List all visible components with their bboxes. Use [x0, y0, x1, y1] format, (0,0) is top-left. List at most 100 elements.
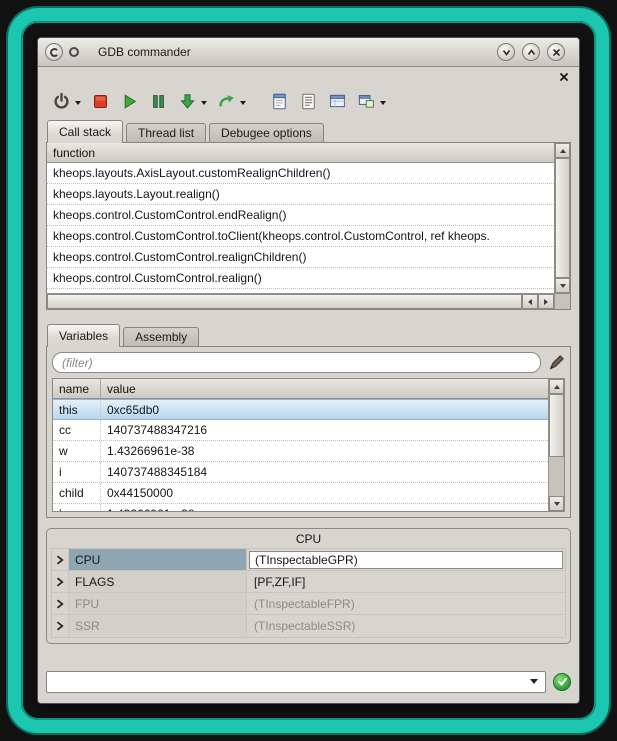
call-stack-row[interactable]: kheops.control.CustomControl.toClient(kh…	[47, 226, 554, 247]
confirm-button[interactable]	[553, 673, 571, 691]
scroll-up-button[interactable]	[555, 143, 570, 158]
inspector-button[interactable]	[356, 89, 387, 114]
variable-value: 0x44150000	[101, 483, 548, 503]
variable-row-i[interactable]: i 140737488345184	[53, 462, 548, 483]
expand-button[interactable]	[52, 549, 69, 570]
vertical-scrollbar[interactable]	[548, 379, 564, 511]
register-value-editor[interactable]: (TInspectableGPR)	[249, 551, 563, 569]
variable-name: w	[53, 441, 101, 461]
watch-window-button[interactable]	[327, 89, 348, 114]
register-row-ssr[interactable]: SSR (TInspectableSSR)	[52, 615, 565, 637]
minimize-button[interactable]	[497, 43, 515, 61]
command-input[interactable]	[47, 672, 530, 692]
filter-pen-button[interactable]	[547, 354, 565, 372]
close-button[interactable]	[547, 43, 565, 61]
scroll-down-button[interactable]	[549, 496, 564, 511]
step-into-button[interactable]	[177, 89, 208, 114]
register-row-cpu[interactable]: CPU (TInspectableGPR)	[52, 549, 565, 571]
column-header-name[interactable]: name	[53, 379, 101, 398]
dock-close-button[interactable]	[557, 70, 570, 83]
tab-variables[interactable]: Variables	[47, 324, 120, 347]
variable-row-cc[interactable]: cc 140737488347216	[53, 420, 548, 441]
chevron-down-icon	[240, 101, 246, 105]
call-stack-row[interactable]: kheops.control.CustomControl.realign()	[47, 268, 554, 289]
expand-button[interactable]	[52, 615, 69, 637]
tab-call-stack[interactable]: Call stack	[47, 120, 123, 143]
register-group-name: FPU	[69, 593, 247, 614]
expand-button[interactable]	[52, 571, 69, 592]
titlebar[interactable]: GDB commander	[38, 38, 579, 67]
tab-thread-list[interactable]: Thread list	[126, 123, 206, 142]
call-stack-panel: function kheops.layouts.AxisLayout.custo…	[46, 142, 571, 310]
list-button[interactable]	[298, 89, 319, 114]
scrollbar-thumb[interactable]	[555, 158, 570, 278]
expand-button[interactable]	[52, 593, 69, 614]
variable-row-this[interactable]: this 0xc65db0	[53, 399, 548, 420]
app-logo-icon	[50, 48, 59, 57]
call-stack-table: function kheops.layouts.AxisLayout.custo…	[47, 143, 554, 293]
scrollbar-thumb[interactable]	[47, 294, 522, 309]
pause-button[interactable]	[148, 89, 169, 114]
close-icon	[551, 47, 562, 58]
call-stack-row[interactable]: kheops.layouts.Layout.realign()	[47, 184, 554, 205]
source-document-button[interactable]	[269, 89, 290, 114]
variable-row-b[interactable]: b 1.43266961e-38	[53, 504, 548, 511]
scrollbar-track[interactable]	[555, 158, 570, 278]
vertical-scrollbar[interactable]	[554, 143, 570, 293]
arrow-down-icon	[554, 502, 560, 506]
window-controls	[497, 43, 565, 61]
scroll-up-button[interactable]	[549, 379, 564, 394]
arrow-up-icon	[560, 149, 566, 153]
gdb-commander-window: GDB commander	[37, 37, 580, 704]
power-button[interactable]	[51, 89, 82, 114]
stop-icon	[91, 92, 110, 111]
chevron-down-icon	[201, 101, 207, 105]
step-over-button[interactable]	[216, 89, 247, 114]
variables-table: name value this 0xc65db0 cc 140737488347…	[53, 379, 548, 511]
variables-panel: name value this 0xc65db0 cc 140737488347…	[46, 346, 571, 518]
variable-row-w[interactable]: w 1.43266961e-38	[53, 441, 548, 462]
call-stack-row[interactable]: kheops.control.CustomControl.endRealign(…	[47, 205, 554, 226]
variable-value: 1.43266961e-38	[101, 441, 548, 461]
scroll-down-button[interactable]	[555, 278, 570, 293]
scroll-right-button[interactable]	[538, 294, 554, 309]
horizontal-scrollbar[interactable]	[47, 293, 570, 309]
register-group-value: (TInspectableFPR)	[247, 593, 565, 614]
chevron-up-icon	[526, 47, 537, 58]
run-icon	[120, 92, 139, 111]
chevron-down-icon	[530, 679, 538, 684]
register-group-name: CPU	[69, 549, 247, 570]
filter-input[interactable]	[52, 352, 541, 373]
pin-icon[interactable]	[69, 47, 79, 57]
stop-button[interactable]	[90, 89, 111, 114]
cpu-register-grid: CPU (TInspectableGPR) FLAGS [PF,ZF,IF] F…	[51, 548, 566, 638]
check-icon	[557, 676, 568, 687]
debugger-dock: Call stack Thread list Debugee options f…	[38, 67, 579, 703]
call-stack-row[interactable]: kheops.control.CustomControl.realignChil…	[47, 247, 554, 268]
register-row-fpu[interactable]: FPU (TInspectableFPR)	[52, 593, 565, 615]
variable-value: 0xc65db0	[101, 400, 548, 419]
step-into-icon	[178, 92, 197, 111]
scroll-left-button[interactable]	[522, 294, 538, 309]
cpu-group-title: CPU	[47, 532, 570, 546]
variable-row-child[interactable]: child 0x44150000	[53, 483, 548, 504]
call-stack-row[interactable]: kheops.layouts.AxisLayout.customRealignC…	[47, 163, 554, 184]
arrow-up-icon	[554, 385, 560, 389]
scrollbar-corner	[554, 294, 570, 309]
tab-assembly[interactable]: Assembly	[123, 327, 199, 346]
cpu-groupbox: CPU CPU (TInspectableGPR) FLAGS [PF,ZF,I…	[46, 528, 571, 644]
chevron-right-icon	[56, 577, 64, 587]
variable-name: cc	[53, 420, 101, 440]
register-group-value: (TInspectableSSR)	[247, 615, 565, 637]
column-header-value[interactable]: value	[101, 379, 548, 398]
command-combobox[interactable]	[46, 671, 546, 693]
chevron-right-icon	[56, 555, 64, 565]
maximize-button[interactable]	[522, 43, 540, 61]
tab-debugee-options[interactable]: Debugee options	[209, 123, 324, 142]
scrollbar-thumb[interactable]	[549, 394, 564, 457]
app-menu-icon[interactable]	[45, 43, 63, 61]
register-row-flags[interactable]: FLAGS [PF,ZF,IF]	[52, 571, 565, 593]
scrollbar-track[interactable]	[549, 394, 564, 496]
run-button[interactable]	[119, 89, 140, 114]
column-header-function[interactable]: function	[47, 143, 554, 163]
